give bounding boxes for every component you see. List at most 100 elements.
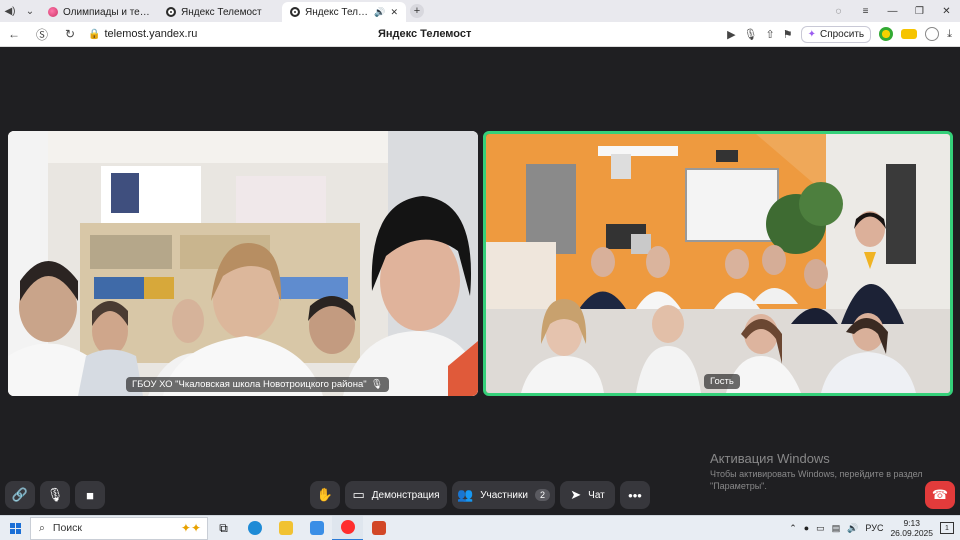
- taskbar-search[interactable]: ⌕ Поиск ✦✦: [30, 516, 208, 540]
- address-bar: ← Ⓢ ↻ 🔒 telemost.yandex.ru Яндекс Телемо…: [0, 22, 960, 47]
- tray-chevron-icon[interactable]: ⌃: [789, 523, 797, 534]
- close-window-icon[interactable]: ✕: [933, 6, 960, 17]
- sparkle-icon: ✦: [807, 28, 816, 40]
- meeting-area: ГБОУ ХО "Чкаловская школа Новотроицкого …: [0, 47, 960, 515]
- screen-share-label: Демонстрация: [371, 489, 440, 501]
- tab-label: Яндекс Телемост: [181, 6, 262, 18]
- participants-button[interactable]: 👥 Участники 2: [452, 481, 555, 509]
- watermark-title: Активация Windows: [710, 451, 830, 466]
- notifications-count: 1: [945, 524, 949, 532]
- network-icon[interactable]: ▤: [832, 523, 841, 534]
- tab-audio-icon[interactable]: ◀): [0, 2, 20, 20]
- screen-share-button[interactable]: ▭ Демонстрация: [345, 481, 447, 509]
- hand-icon: ✋: [316, 487, 334, 502]
- lock-icon[interactable]: 🔒: [88, 29, 100, 40]
- participant-video: [486, 134, 950, 393]
- telemost-icon: [166, 7, 176, 17]
- clock-time: 9:13: [903, 518, 920, 528]
- video-tile-guest[interactable]: Гость: [483, 131, 953, 396]
- ask-button[interactable]: ✦ Спросить: [800, 25, 872, 43]
- language-indicator[interactable]: РУС: [865, 523, 883, 533]
- camera-button[interactable]: ■: [75, 481, 105, 509]
- bookmark-icon[interactable]: ⚑: [783, 28, 793, 41]
- tab-telemost-1[interactable]: Яндекс Телемост: [158, 2, 282, 22]
- more-button[interactable]: •••: [620, 481, 650, 509]
- participant-name: ГБОУ ХО "Чкаловская школа Новотроицкого …: [132, 379, 367, 390]
- share-icon[interactable]: ⇧: [766, 28, 775, 41]
- menu-icon[interactable]: ≡: [852, 6, 879, 17]
- window-controls: ◌ ≡ — ❐ ✕: [825, 6, 960, 17]
- search-placeholder: Поиск: [52, 522, 82, 534]
- browser-tab-strip: ◀) ⌄ Олимпиады и тестирования Яндекс Тел…: [0, 0, 960, 22]
- page-title: Яндекс Телемост: [378, 28, 472, 40]
- tabs-menu-chevron-icon[interactable]: ⌄: [20, 2, 40, 20]
- yandex-browser-app-icon[interactable]: [332, 515, 363, 540]
- microphone-icon: 🎙: [46, 487, 64, 502]
- profile-extension-icon[interactable]: [925, 27, 940, 41]
- chat-label: Чат: [588, 489, 605, 501]
- reload-icon[interactable]: ↻: [56, 27, 84, 41]
- system-tray: ⌃ ● ▭ ▤ 🔊 РУС 9:13 26.09.2025 1: [789, 518, 960, 538]
- olympiad-icon: [48, 7, 58, 17]
- address-tools: ▶ 🎙 ⇧ ⚑ ✦ Спросить ⤓: [727, 25, 960, 43]
- download-icon[interactable]: ⤓: [947, 28, 952, 41]
- participant-name-tag: Гость: [704, 374, 740, 389]
- send-icon: ➤: [570, 487, 582, 502]
- tab-label: Яндекс Телемост: [305, 6, 369, 18]
- windows-activation-watermark: Активация Windows Чтобы активировать Win…: [710, 451, 940, 492]
- minimize-icon[interactable]: —: [879, 6, 906, 17]
- more-dots-icon: •••: [628, 487, 642, 503]
- tab-telemost-active[interactable]: Яндекс Телемост 🔊 ✕: [282, 2, 406, 22]
- battery-icon[interactable]: ▭: [816, 523, 825, 534]
- participants-count-badge: 2: [534, 489, 550, 501]
- people-icon: 👥: [457, 487, 474, 502]
- watermark-text: Чтобы активировать Windows, перейдите в …: [710, 469, 923, 491]
- back-icon[interactable]: ←: [0, 27, 28, 41]
- close-tab-icon[interactable]: ✕: [390, 7, 398, 18]
- restore-icon[interactable]: ❐: [906, 6, 933, 17]
- video-tile-school[interactable]: ГБОУ ХО "Чкаловская школа Новотроицкого …: [8, 131, 478, 396]
- hang-up-icon: ☎: [931, 487, 949, 502]
- search-highlight-icon: ✦✦: [180, 521, 201, 535]
- url-text[interactable]: telemost.yandex.ru: [104, 28, 197, 40]
- raise-hand-button[interactable]: ✋: [310, 481, 340, 509]
- windows-logo-icon: [9, 522, 21, 534]
- link-icon: 🔗: [11, 487, 29, 502]
- participant-name: Гость: [710, 376, 734, 387]
- search-icon: ⌕: [39, 521, 45, 534]
- new-tab-button[interactable]: +: [410, 4, 424, 18]
- chat-button[interactable]: ➤ Чат: [560, 481, 615, 509]
- edge-app-icon[interactable]: [239, 516, 270, 540]
- camera-permission-icon[interactable]: ▶: [727, 28, 735, 41]
- profile-icon[interactable]: ◌: [825, 6, 852, 17]
- explorer-app-icon[interactable]: [270, 516, 301, 540]
- screen-icon: ▭: [352, 487, 365, 502]
- yandex-id-icon[interactable]: Ⓢ: [28, 26, 56, 43]
- ask-label: Спросить: [819, 28, 865, 40]
- tab-label: Олимпиады и тестирования: [63, 6, 150, 18]
- extension-icon[interactable]: [879, 27, 894, 41]
- participants-label: Участники: [480, 489, 528, 501]
- mic-icon: 🎙: [370, 379, 383, 390]
- battery-extension-icon[interactable]: [901, 29, 918, 39]
- notifications-button[interactable]: 1: [940, 522, 954, 534]
- camera-icon: ■: [86, 487, 94, 503]
- participant-name-tag: ГБОУ ХО "Чкаловская школа Новотроицкого …: [126, 377, 389, 392]
- mic-permission-icon[interactable]: 🎙: [744, 28, 758, 41]
- start-button[interactable]: [0, 522, 30, 534]
- clock[interactable]: 9:13 26.09.2025: [890, 518, 933, 538]
- hang-up-button[interactable]: ☎: [925, 481, 955, 509]
- speaker-icon[interactable]: 🔊: [374, 7, 385, 18]
- yandex-tray-icon[interactable]: ●: [804, 523, 809, 533]
- tab-olympiad[interactable]: Олимпиады и тестирования: [40, 2, 158, 22]
- powerpoint-app-icon[interactable]: [363, 516, 394, 540]
- microphone-button[interactable]: 🎙: [40, 481, 70, 509]
- copy-link-button[interactable]: 🔗: [5, 481, 35, 509]
- telemost-icon: [290, 7, 300, 17]
- volume-icon[interactable]: 🔊: [847, 523, 858, 534]
- clock-date: 26.09.2025: [890, 528, 933, 538]
- windows-taskbar: ⌕ Поиск ✦✦ ⧉ ⌃ ● ▭ ▤ 🔊 РУС 9:13 26.09.20…: [0, 515, 960, 540]
- task-view-button[interactable]: ⧉: [208, 516, 239, 540]
- store-app-icon[interactable]: [301, 516, 332, 540]
- participant-video: [8, 131, 478, 396]
